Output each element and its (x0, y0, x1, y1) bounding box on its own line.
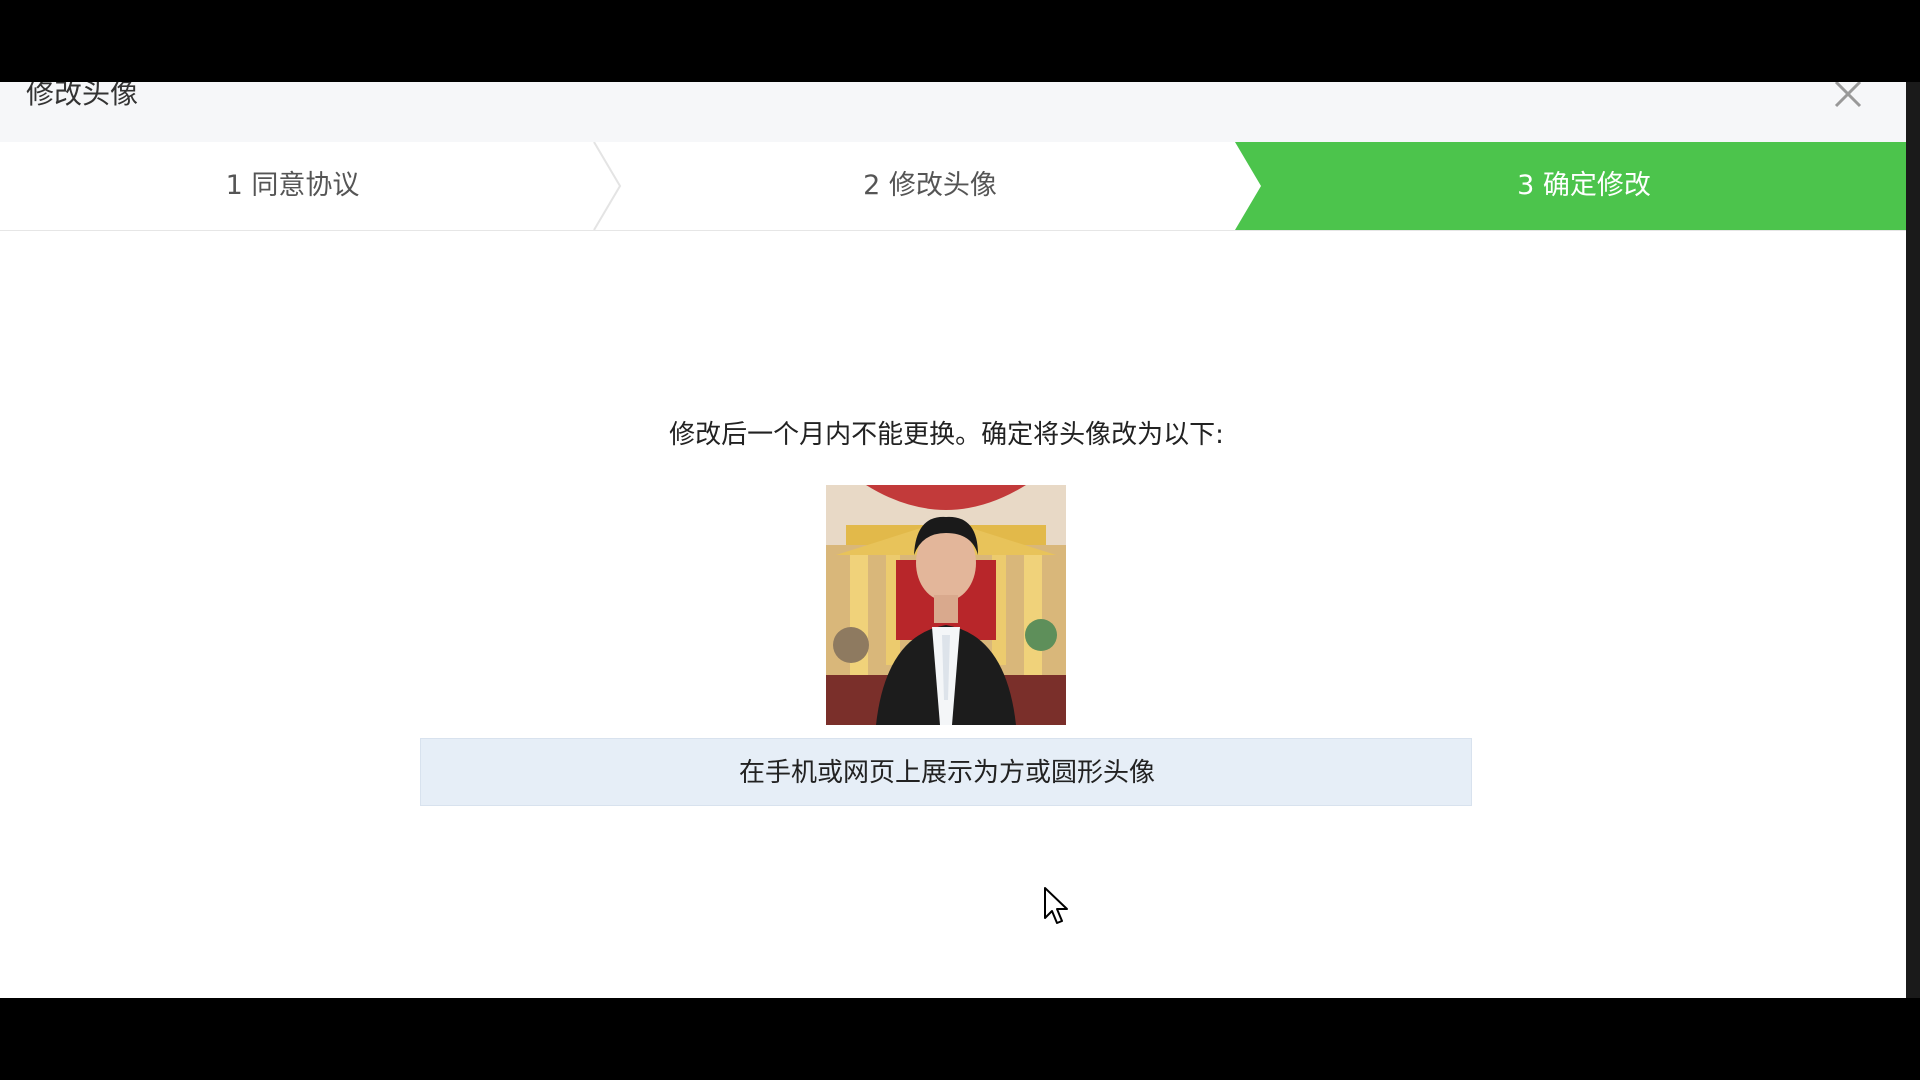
mouse-cursor-icon (1044, 887, 1068, 924)
confirm-notice: 修改后一个月内不能更换。确定将头像改为以下: (669, 420, 1224, 450)
avatar-preview (826, 485, 1066, 725)
dialog-title: 修改头像 (26, 82, 139, 110)
close-button[interactable] (1828, 82, 1868, 114)
display-shape-text: 在手机或网页上展示为方或圆形头像 (738, 758, 1155, 788)
step-confirm-change: 3 确定修改 (1517, 170, 1651, 201)
video-letterbox-top (0, 0, 1920, 82)
video-letterbox-bottom (0, 998, 1920, 1080)
step-change-avatar: 2 修改头像 (863, 170, 997, 201)
change-avatar-dialog: 修改头像 1 同意协议 2 修改头像 3 确定修改 修改后一个月内不能更换。确定… (0, 82, 1906, 998)
step-agree-terms: 1 同意协议 (225, 170, 360, 201)
close-icon (1834, 82, 1862, 108)
progress-steps: 1 同意协议 2 修改头像 3 确定修改 (0, 142, 1906, 231)
window-right-edge (1906, 82, 1920, 998)
display-shape-note: 在手机或网页上展示为方或圆形头像 (420, 738, 1472, 806)
dialog-header: 修改头像 (0, 82, 1906, 142)
avatar-photo (826, 485, 1066, 725)
